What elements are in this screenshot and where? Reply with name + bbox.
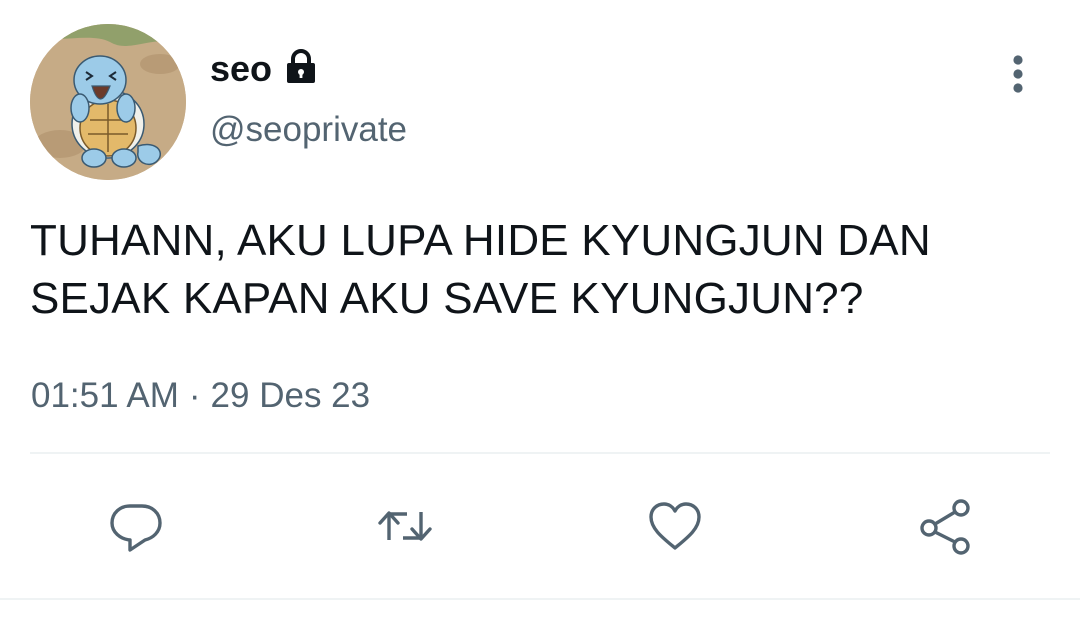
tweet-time: 01:51 AM (31, 376, 179, 415)
squirtle-avatar-icon (30, 24, 186, 180)
action-bar (0, 490, 1080, 562)
share-button[interactable] (909, 490, 981, 562)
avatar[interactable] (30, 24, 186, 180)
reply-button[interactable] (100, 490, 172, 562)
heart-icon (649, 502, 701, 550)
reply-icon (110, 504, 162, 552)
tweet-text: TUHANN, AKU LUPA HIDE KYUNGJUN DAN SEJAK… (30, 216, 931, 323)
more-vertical-icon (1013, 55, 1023, 93)
retweet-icon (378, 511, 432, 541)
divider (30, 452, 1050, 454)
tweet-timestamp[interactable]: 01:51 AM · 29 Des 23 (31, 378, 370, 413)
retweet-button[interactable] (369, 490, 441, 562)
timestamp-separator: · (188, 376, 201, 415)
tweet-card: seo @seoprivate TUHANN, AKU LUPA HIDE KY… (0, 0, 1080, 618)
handle[interactable]: @seoprivate (210, 112, 407, 147)
like-button[interactable] (639, 490, 711, 562)
bottom-divider (0, 598, 1080, 600)
share-icon (920, 499, 970, 555)
more-options-button[interactable] (996, 52, 1040, 96)
display-name[interactable]: seo (210, 51, 272, 87)
lock-icon (287, 49, 316, 83)
display-name-row: seo (210, 44, 320, 94)
tweet-date: 29 Des 23 (210, 376, 371, 415)
